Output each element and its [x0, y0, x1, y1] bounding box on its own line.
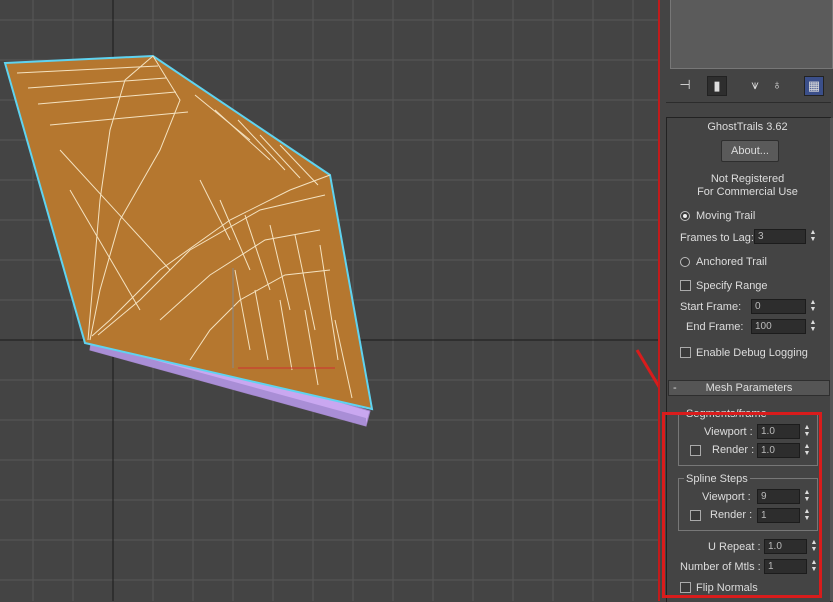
frames-to-lag-input[interactable]: 3 [754, 229, 806, 244]
moving-trail-label: Moving Trail [696, 210, 756, 222]
frames-to-lag-label: Frames to Lag: [680, 232, 754, 244]
seg-render-label: Render : [712, 444, 755, 456]
u-repeat-input[interactable]: 1.0 [764, 539, 807, 554]
spl-render-spinner[interactable]: ▲ ▼ [803, 508, 811, 523]
frames-to-lag-spinner[interactable]: ▲ ▼ [809, 229, 817, 244]
seg-viewport-spinner[interactable]: ▲ ▼ [803, 424, 811, 439]
moving-trail-radio[interactable] [680, 211, 690, 221]
make-unique-icon[interactable]: ⩛ [746, 76, 764, 94]
collapse-indicator: - [673, 382, 677, 394]
u-repeat-spinner[interactable]: ▲ ▼ [810, 539, 818, 554]
pin-stack-icon[interactable]: ⊣ [676, 76, 694, 94]
specify-range-checkbox[interactable] [680, 280, 691, 291]
modifier-stack-list[interactable] [670, 0, 833, 69]
toolbar-divider [666, 102, 831, 103]
start-frame-label: Start Frame: [680, 301, 742, 313]
segments-frame-group [678, 413, 818, 466]
spl-render-checkbox[interactable] [690, 510, 701, 521]
segments-frame-group-label: Segments/frame [684, 408, 769, 420]
show-end-result-icon[interactable]: ▮ [707, 76, 727, 96]
mesh-parameters-header[interactable]: - Mesh Parameters [668, 380, 830, 396]
anchored-trail-radio[interactable] [680, 257, 690, 267]
spl-viewport-spinner[interactable]: ▲ ▼ [803, 489, 811, 504]
seg-viewport-input[interactable]: 1.0 [757, 424, 800, 439]
number-of-mtls-input[interactable]: 1 [764, 559, 807, 574]
about-button[interactable]: About... [721, 140, 779, 162]
trail-mesh[interactable] [3, 54, 374, 411]
spline-steps-group-label: Spline Steps [684, 473, 750, 485]
seg-render-spinner[interactable]: ▲ ▼ [803, 443, 811, 458]
registration-status: Not Registered [710, 173, 785, 185]
configure-modifier-sets-icon[interactable]: ▦ [804, 76, 824, 96]
spl-render-input[interactable]: 1 [757, 508, 800, 523]
anchored-trail-label: Anchored Trail [696, 256, 767, 268]
end-frame-spinner[interactable]: ▲ ▼ [809, 319, 817, 334]
flip-normals-checkbox[interactable] [680, 582, 691, 593]
remove-modifier-icon[interactable]: ♁ [768, 76, 786, 94]
annotation-arrow [635, 349, 658, 388]
spl-viewport-label: Viewport : [702, 491, 751, 503]
flip-normals-label: Flip Normals [696, 582, 758, 594]
seg-render-checkbox[interactable] [690, 445, 701, 456]
debug-logging-label: Enable Debug Logging [696, 347, 808, 359]
mesh-parameters-title: Mesh Parameters [705, 382, 793, 394]
debug-logging-checkbox[interactable] [680, 347, 691, 358]
spline-steps-group [678, 478, 818, 531]
end-frame-input[interactable]: 100 [751, 319, 806, 334]
u-repeat-label: U Repeat : [708, 541, 761, 553]
start-frame-input[interactable]: 0 [751, 299, 806, 314]
spl-render-label: Render : [710, 509, 753, 521]
seg-render-input[interactable]: 1.0 [757, 443, 800, 458]
seg-viewport-label: Viewport : [704, 426, 753, 438]
viewport-canvas[interactable] [0, 0, 658, 601]
number-of-mtls-label: Number of Mtls : [680, 561, 761, 573]
viewport-perspective[interactable] [0, 0, 658, 601]
commercial-use-label: For Commercial Use [697, 186, 798, 198]
command-panel: ⊣ ▮ ⩛ ♁ ▦ GhostTrails 3.62 About... Not … [658, 0, 833, 602]
end-frame-label: End Frame: [686, 321, 744, 333]
specify-range-label: Specify Range [696, 280, 768, 292]
spl-viewport-input[interactable]: 9 [757, 489, 800, 504]
plugin-title: GhostTrails 3.62 [707, 121, 788, 133]
start-frame-spinner[interactable]: ▲ ▼ [809, 299, 817, 314]
number-of-mtls-spinner[interactable]: ▲ ▼ [810, 559, 818, 574]
